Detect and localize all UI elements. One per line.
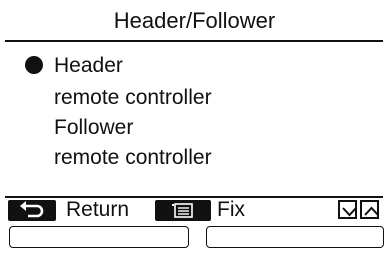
return-arrow-icon bbox=[20, 201, 44, 218]
soft-key-left[interactable] bbox=[9, 226, 189, 248]
down-button[interactable] bbox=[338, 200, 357, 219]
title-divider bbox=[5, 40, 383, 42]
option-follower-line2[interactable]: remote controller bbox=[54, 146, 212, 170]
radio-selected-icon bbox=[25, 56, 43, 74]
soft-key-right[interactable] bbox=[206, 226, 384, 248]
return-label: Return bbox=[66, 198, 130, 221]
fix-button[interactable] bbox=[155, 200, 211, 221]
option-header-line1[interactable]: Header bbox=[54, 54, 123, 78]
chevron-down-icon bbox=[342, 207, 357, 217]
option-follower-line1[interactable]: Follower bbox=[54, 116, 133, 140]
option-header-line2[interactable]: remote controller bbox=[54, 86, 212, 110]
return-button[interactable] bbox=[8, 200, 56, 221]
chevron-up-icon bbox=[364, 206, 379, 216]
page-title: Header/Follower bbox=[113, 8, 276, 33]
menu-icon bbox=[172, 203, 193, 218]
up-button[interactable] bbox=[360, 200, 379, 219]
fix-label: Fix bbox=[217, 198, 245, 221]
lcd-screen: Header/Follower Header remote controller… bbox=[0, 0, 389, 253]
function-divider bbox=[5, 196, 383, 198]
